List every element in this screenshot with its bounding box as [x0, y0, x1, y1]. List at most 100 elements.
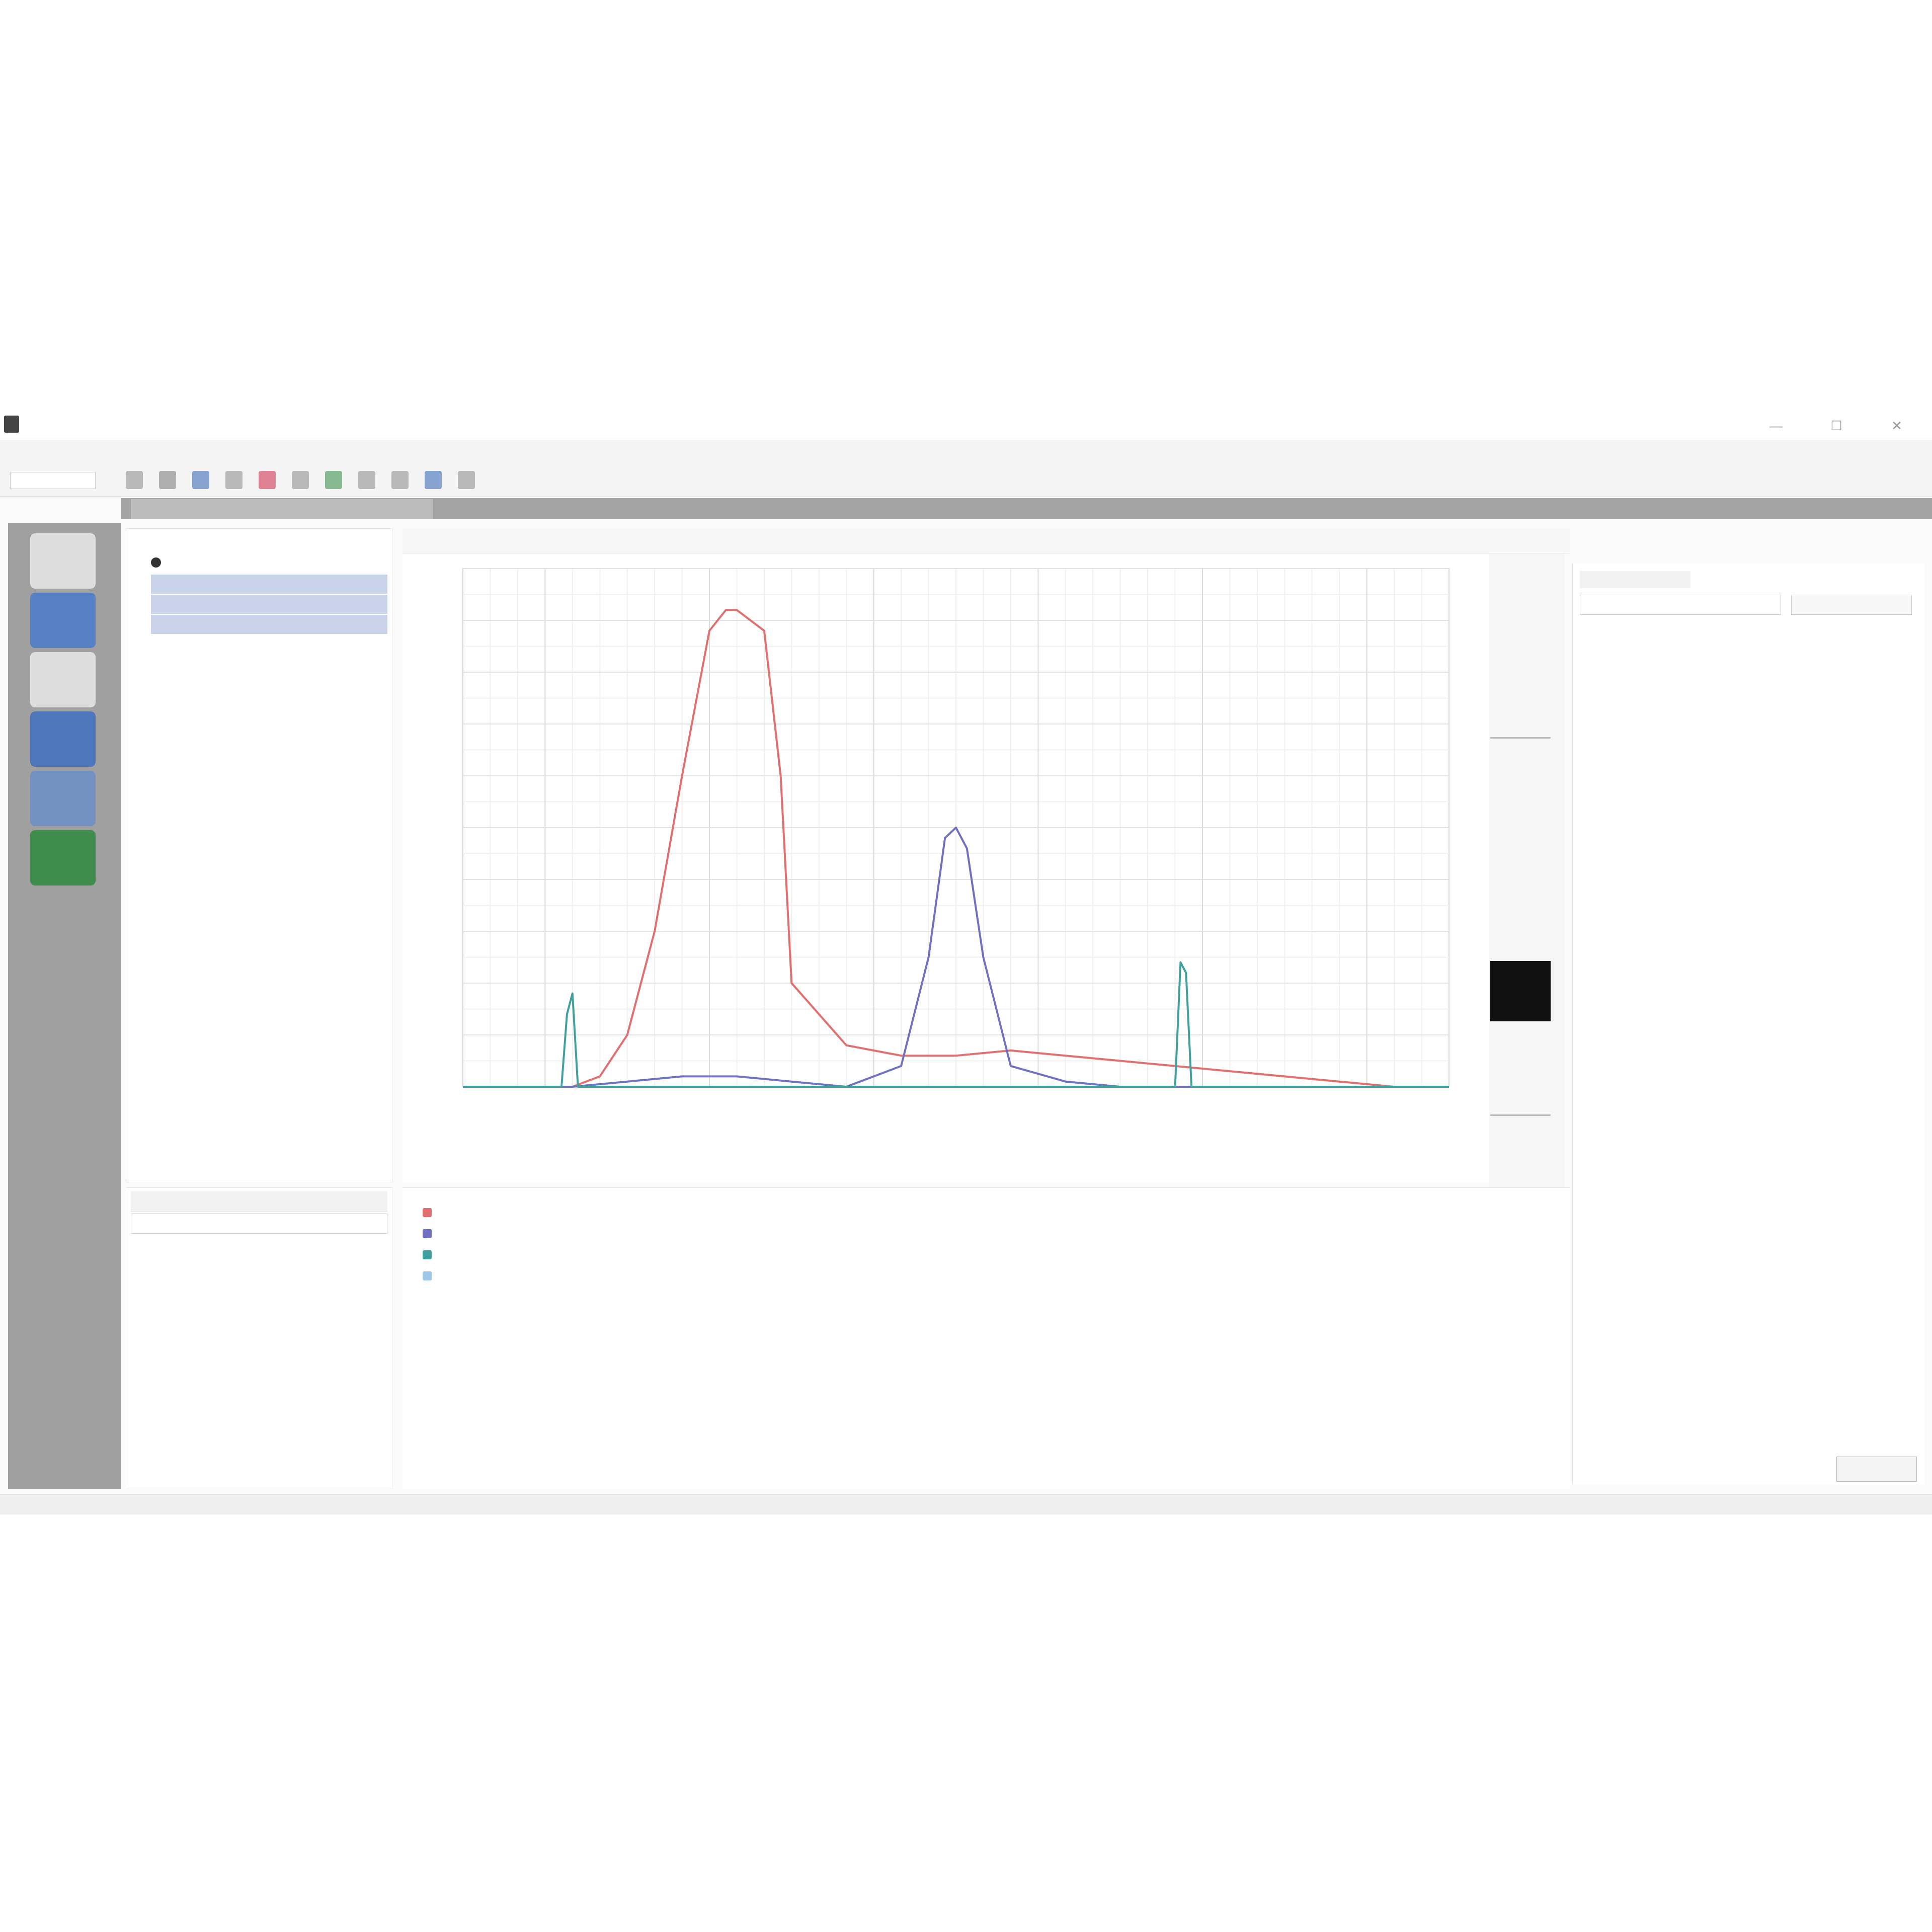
tree-item-4[interactable]	[151, 635, 387, 654]
property-value[interactable]	[1796, 650, 1897, 667]
property-name	[1605, 713, 1786, 731]
cursor-icon[interactable]	[325, 471, 342, 489]
list-item[interactable]	[136, 1341, 317, 1359]
list-item[interactable]	[136, 1444, 317, 1462]
toolbar	[0, 465, 1932, 497]
legend-entry[interactable]	[423, 1247, 725, 1266]
legend-entry[interactable]	[423, 1226, 725, 1245]
property-group-header[interactable]	[1595, 692, 1746, 709]
chromatogram-chart[interactable]	[403, 553, 1489, 1187]
baseline-icon[interactable]	[391, 471, 409, 489]
legend-entry[interactable]	[423, 1268, 725, 1287]
ok-button[interactable]	[1836, 1457, 1917, 1482]
menu-item-3[interactable]	[111, 445, 146, 462]
menu-item-4[interactable]	[156, 445, 277, 462]
menu-item-2[interactable]	[40, 445, 101, 462]
legend-entry[interactable]	[423, 1205, 725, 1224]
zoom-in-icon[interactable]	[225, 471, 243, 489]
menu-item-5[interactable]	[287, 445, 352, 462]
property-value[interactable]	[1796, 946, 1897, 963]
menu-item-1[interactable]	[10, 445, 30, 462]
minimize-button[interactable]: —	[1761, 416, 1791, 436]
property-value[interactable]	[1796, 1221, 1897, 1238]
apply-button[interactable]	[1791, 595, 1912, 615]
property-name	[1605, 1094, 1786, 1111]
peak-icon[interactable]	[425, 471, 442, 489]
tree-item-selected-1[interactable]	[151, 575, 387, 594]
property-group-header[interactable]	[1595, 798, 1746, 815]
tree-item-selected-3[interactable]	[151, 615, 387, 634]
property-value[interactable]	[1796, 1136, 1897, 1153]
rail-button-label	[20, 874, 106, 888]
tree-node-icon	[151, 557, 161, 568]
property-value[interactable]	[1796, 967, 1897, 984]
document-tab[interactable]	[131, 499, 433, 519]
legend-swatch	[423, 1229, 432, 1238]
list-item[interactable]	[136, 1403, 317, 1421]
range-marker-top[interactable]	[1490, 737, 1551, 739]
method-select[interactable]	[1580, 595, 1781, 615]
save-icon[interactable]	[159, 471, 176, 489]
list-item[interactable]	[136, 1423, 317, 1441]
report-icon[interactable]	[458, 471, 475, 489]
tree-root[interactable]	[136, 534, 387, 553]
property-value[interactable]	[1796, 1094, 1897, 1111]
property-name	[1605, 1221, 1786, 1238]
property-name	[1605, 1136, 1786, 1153]
property-name	[1605, 777, 1786, 794]
property-value[interactable]	[1796, 904, 1897, 921]
property-value[interactable]	[1796, 840, 1897, 857]
property-value[interactable]	[1796, 1157, 1897, 1174]
export-icon[interactable]	[192, 471, 209, 489]
library-panel-header	[131, 1191, 387, 1212]
range-marker-bottom[interactable]	[1490, 1114, 1551, 1116]
maximize-button[interactable]: ☐	[1821, 416, 1852, 436]
close-button[interactable]: ✕	[1882, 416, 1912, 436]
property-value[interactable]	[1796, 1009, 1897, 1026]
property-value[interactable]	[1796, 819, 1897, 836]
property-value[interactable]	[1796, 1199, 1897, 1217]
fit-icon[interactable]	[292, 471, 309, 489]
list-item[interactable]	[136, 1258, 317, 1276]
property-value[interactable]	[1796, 882, 1897, 900]
zoom-out-icon[interactable]	[259, 471, 276, 489]
tree-item-group[interactable]	[171, 553, 382, 573]
property-group-header[interactable]	[1595, 925, 1746, 942]
library-search-input[interactable]	[131, 1214, 387, 1234]
open-icon[interactable]	[126, 471, 143, 489]
property-value[interactable]	[1796, 1115, 1897, 1132]
property-group-header[interactable]	[1595, 861, 1746, 878]
tab-2[interactable]	[579, 533, 609, 550]
list-item[interactable]	[136, 1238, 317, 1256]
chart-side-strip	[1489, 553, 1565, 1208]
property-name	[1605, 1115, 1786, 1132]
tab-3[interactable]	[624, 533, 750, 550]
property-group-header[interactable]	[1595, 988, 1746, 1005]
property-value[interactable]	[1796, 777, 1897, 794]
property-value[interactable]	[1796, 735, 1897, 752]
property-value[interactable]	[1796, 713, 1897, 731]
property-value[interactable]	[1796, 1073, 1897, 1090]
list-item[interactable]	[136, 1361, 317, 1380]
list-item[interactable]	[136, 1279, 317, 1297]
measure-icon[interactable]	[358, 471, 375, 489]
property-name	[1605, 1073, 1786, 1090]
list-item[interactable]	[136, 1300, 317, 1318]
list-item[interactable]	[136, 1382, 317, 1400]
tree-item-selected-2[interactable]	[151, 595, 387, 614]
property-name	[1605, 1199, 1786, 1217]
list-item[interactable]	[136, 1320, 317, 1338]
list-item[interactable]	[136, 1465, 317, 1483]
overview-preview[interactable]	[1490, 961, 1551, 1021]
property-value[interactable]	[1796, 1052, 1897, 1069]
property-value[interactable]	[1796, 671, 1897, 688]
property-group-header[interactable]	[1595, 1030, 1746, 1048]
properties-tab-bar[interactable]	[1580, 571, 1691, 588]
property-group-header[interactable]	[1595, 629, 1746, 646]
property-value[interactable]	[1796, 1178, 1897, 1195]
menu-item-6[interactable]	[362, 445, 392, 462]
legend-swatch	[423, 1208, 432, 1217]
toolbar-dropdown[interactable]	[10, 472, 96, 489]
property-group-header[interactable]	[1595, 756, 1746, 773]
tab-1[interactable]	[413, 533, 564, 550]
